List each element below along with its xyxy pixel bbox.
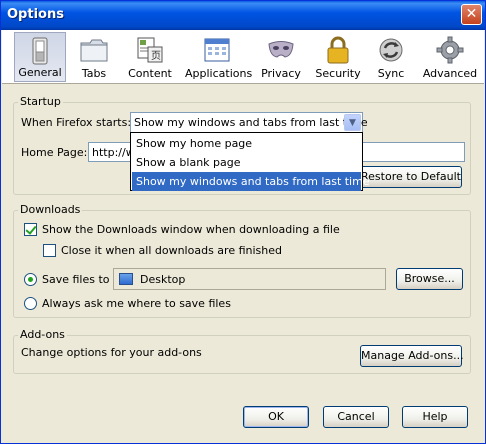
tab-sync[interactable]: Sync — [370, 32, 412, 82]
content-page-icon: 页 — [137, 37, 163, 63]
tab-advanced[interactable]: Advanced — [422, 32, 478, 82]
save-folder-field: Desktop — [113, 268, 386, 290]
save-files-radio[interactable] — [24, 273, 37, 286]
tab-advanced-label: Advanced — [422, 67, 478, 80]
save-folder-value: Desktop — [140, 273, 186, 286]
window-title: Options — [7, 7, 64, 22]
padlock-icon — [327, 36, 349, 64]
option-show-windows-tabs[interactable]: Show my windows and tabs from last time — [132, 172, 370, 191]
tab-tabs[interactable]: Tabs — [70, 32, 118, 82]
downloads-group-label: Downloads — [18, 203, 83, 216]
tab-security[interactable]: Security — [313, 32, 363, 82]
tab-tabs-label: Tabs — [81, 67, 107, 80]
when-starts-dropdown: Show my home page Show a blank page Show… — [130, 132, 370, 191]
applications-calendar-icon — [204, 38, 230, 62]
when-starts-label: When Firefox starts: — [21, 116, 132, 129]
always-ask-radio[interactable] — [24, 297, 37, 310]
tab-content[interactable]: 页 Content — [124, 32, 176, 82]
close-when-done-checkbox[interactable] — [43, 244, 56, 257]
when-starts-value: Show my windows and tabs from last time — [134, 116, 368, 129]
addons-group-label: Add-ons — [18, 328, 67, 341]
save-files-label[interactable]: Save files to — [42, 273, 110, 286]
when-starts-select[interactable]: Show my windows and tabs from last time … — [130, 112, 368, 133]
ok-button[interactable]: OK — [243, 406, 309, 428]
desktop-icon — [119, 273, 133, 285]
manage-addons-button[interactable]: Manage Add-ons... — [360, 345, 464, 367]
always-ask-label[interactable]: Always ask me where to save files — [42, 297, 231, 310]
privacy-mask-icon — [268, 41, 294, 58]
restore-default-button[interactable]: Restore to Default — [360, 166, 462, 188]
close-icon: ✕ — [465, 6, 478, 22]
home-page-value: http://w — [92, 146, 135, 159]
tab-content-label: Content — [128, 67, 172, 80]
gear-icon — [436, 36, 464, 64]
show-downloads-checkbox[interactable] — [24, 223, 37, 236]
close-when-done-label[interactable]: Close it when all downloads are finished — [61, 244, 282, 257]
close-button[interactable]: ✕ — [461, 4, 482, 25]
tabs-folder-icon — [80, 39, 108, 62]
startup-group-label: Startup — [18, 95, 63, 108]
options-dialog: Options ✕ General Tabs 页 Content Applica… — [0, 0, 486, 444]
svg-text:页: 页 — [151, 50, 161, 62]
tab-applications[interactable]: Applications — [185, 32, 253, 82]
option-show-home-page[interactable]: Show my home page — [132, 134, 361, 153]
category-toolbar: General Tabs 页 Content Applications Priv… — [2, 30, 484, 84]
tab-security-label: Security — [315, 67, 361, 80]
home-page-label: Home Page: — [21, 146, 88, 159]
option-show-blank-page[interactable]: Show a blank page — [132, 153, 361, 172]
cancel-button[interactable]: Cancel — [323, 406, 389, 428]
addons-description: Change options for your add-ons — [21, 346, 202, 359]
tab-sync-label: Sync — [377, 67, 405, 80]
tab-general-label: General — [18, 66, 62, 79]
tab-privacy-label: Privacy — [261, 67, 301, 80]
switch-icon — [32, 37, 48, 65]
chevron-down-icon[interactable]: ▼ — [344, 114, 361, 131]
browse-button[interactable]: Browse... — [396, 268, 463, 290]
title-bar[interactable]: Options ✕ — [1, 1, 485, 30]
show-downloads-label[interactable]: Show the Downloads window when downloadi… — [42, 223, 340, 236]
tab-applications-label: Applications — [185, 67, 253, 80]
sync-icon — [379, 38, 403, 62]
tab-privacy[interactable]: Privacy — [258, 32, 304, 82]
help-button[interactable]: Help — [402, 406, 468, 428]
tab-general[interactable]: General — [14, 32, 66, 82]
